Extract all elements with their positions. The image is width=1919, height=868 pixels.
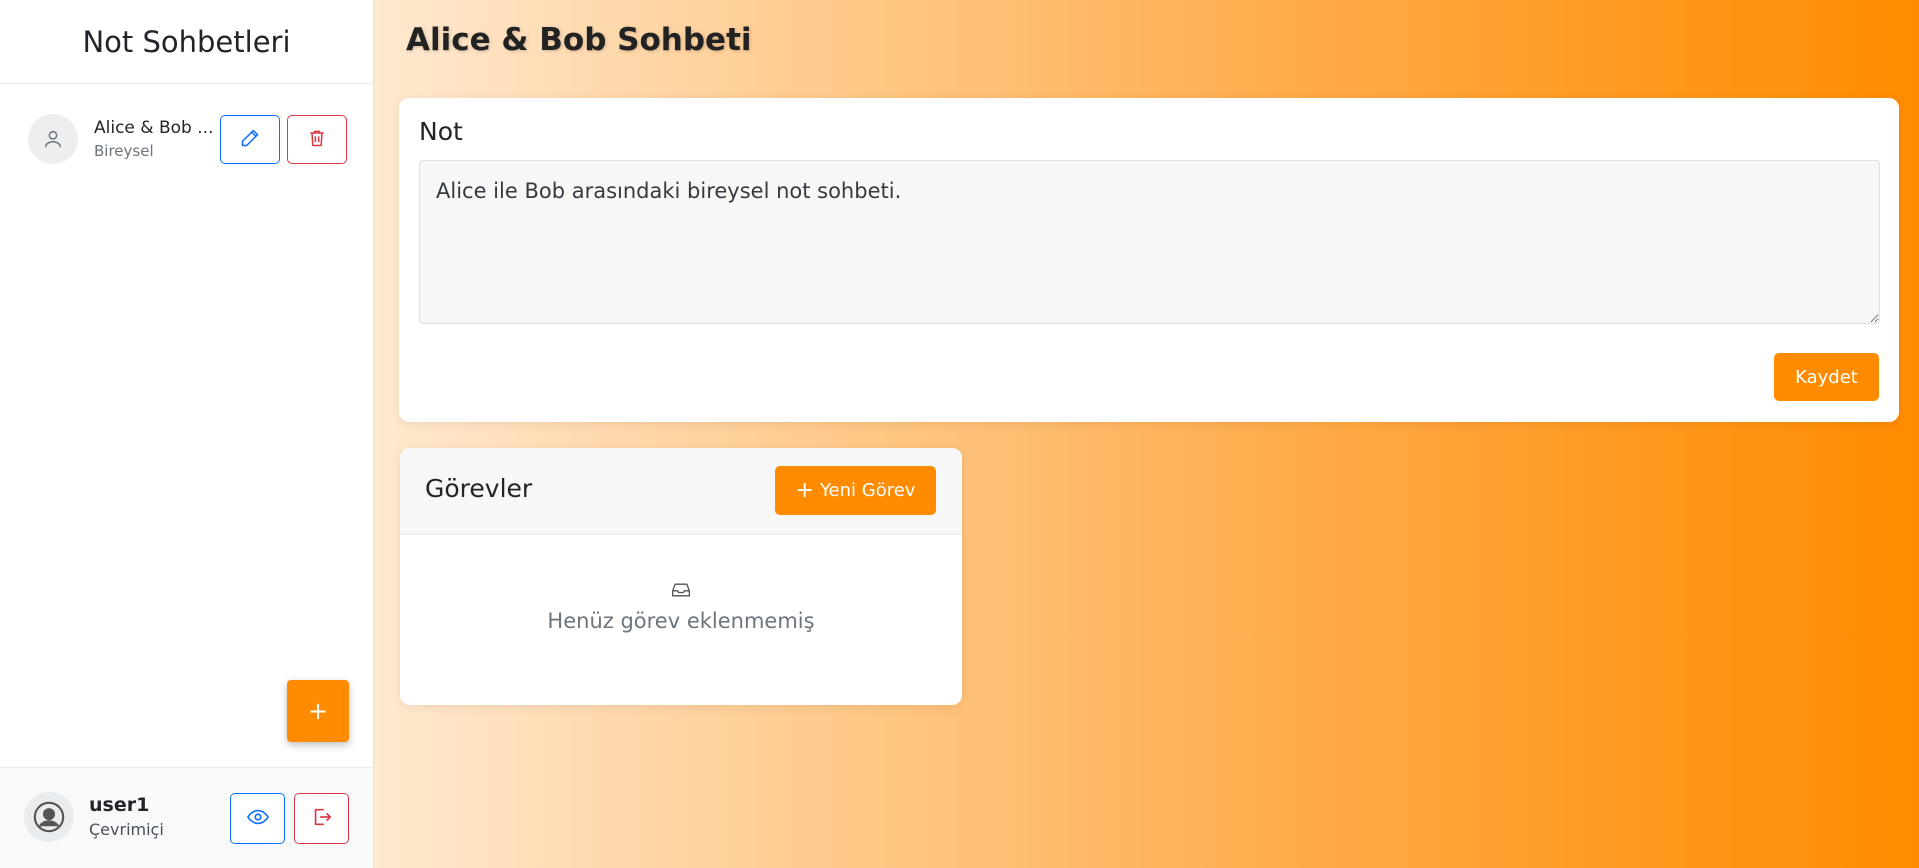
view-profile-button[interactable]	[230, 793, 285, 844]
sidebar: Not Sohbetleri Alice & Bob ... Bireysel …	[0, 0, 374, 868]
tasks-empty-state: Henüz görev eklenmemiş	[400, 581, 962, 633]
user-icon	[28, 114, 78, 164]
chat-name: Alice & Bob ...	[94, 118, 214, 138]
user-name: user1	[89, 794, 150, 816]
logout-icon	[311, 806, 333, 832]
tasks-title: Görevler	[425, 474, 533, 503]
plus-icon: +	[795, 477, 814, 503]
note-label: Not	[419, 117, 463, 146]
save-button[interactable]: Kaydet	[1774, 353, 1879, 401]
tasks-card: Görevler + Yeni Görev Henüz görev eklenm…	[400, 448, 962, 705]
user-status: Çevrimiçi	[89, 820, 164, 839]
delete-chat-button[interactable]	[287, 115, 347, 164]
logout-button[interactable]	[294, 793, 349, 844]
user-circle-icon	[24, 792, 74, 842]
chat-text: Alice & Bob ... Bireysel	[94, 118, 216, 160]
new-task-label: Yeni Görev	[819, 480, 916, 501]
eye-icon	[246, 806, 269, 832]
tasks-empty-text: Henüz görev eklenmemiş	[547, 609, 815, 633]
page-title: Alice & Bob Sohbeti	[406, 22, 752, 58]
sidebar-title: Not Sohbetleri	[82, 24, 291, 59]
main-panel: Alice & Bob Sohbeti Not Alice ile Bob ar…	[374, 0, 1919, 868]
add-chat-button[interactable]: +	[287, 680, 349, 742]
trash-icon	[307, 128, 327, 152]
edit-chat-button[interactable]	[220, 115, 280, 164]
app-root: Not Sohbetleri Alice & Bob ... Bireysel …	[0, 0, 1919, 868]
sidebar-header: Not Sohbetleri	[0, 0, 373, 84]
new-task-button[interactable]: + Yeni Görev	[775, 466, 936, 515]
user-bar: user1 Çevrimiçi	[0, 767, 373, 868]
pencil-icon	[240, 128, 260, 152]
chat-type: Bireysel	[94, 142, 154, 160]
note-card: Not Alice ile Bob arasındaki bireysel no…	[399, 98, 1899, 422]
inbox-icon	[671, 583, 691, 603]
tasks-header: Görevler + Yeni Görev	[400, 448, 962, 535]
note-textarea[interactable]: Alice ile Bob arasındaki bireysel not so…	[419, 160, 1880, 324]
